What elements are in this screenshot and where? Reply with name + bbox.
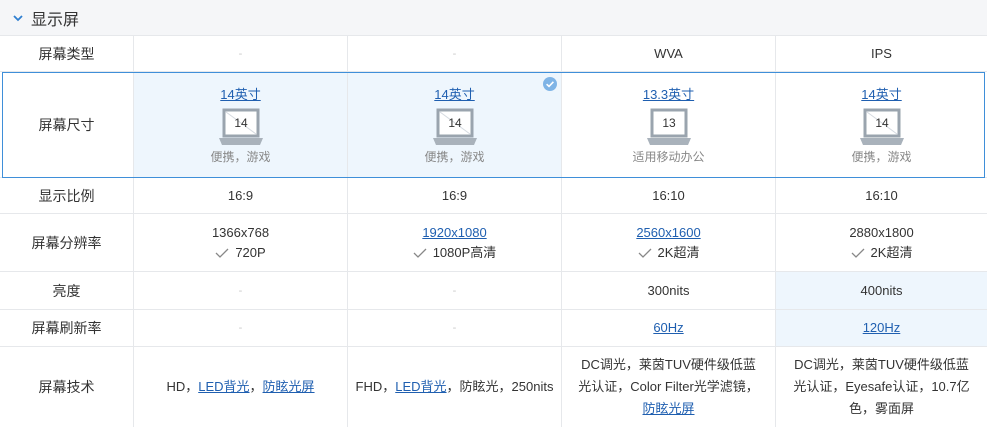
checkmark-icon [851, 248, 865, 258]
row-label: 屏幕刷新率 [0, 310, 134, 346]
laptop-icon: 14 [218, 108, 264, 148]
technology-text: DC调光，莱茵TUV硬件级低蓝光认证，Color Filter光学滤镜， [578, 357, 759, 394]
table-row-resolution: 屏幕分辨率 1366x768 720P 1920x1080 1080P高清 25… [0, 214, 987, 272]
aspect-ratio-value: 16:9 [348, 178, 562, 213]
checkmark-icon [215, 248, 229, 258]
brightness-value: - [134, 272, 348, 309]
screen-size-cell: 14英寸 14 便携，游戏 [348, 72, 562, 177]
technology-text: ，防眩光，250nits [446, 379, 554, 394]
anti-glare-link[interactable]: 防眩光屏 [642, 401, 694, 416]
led-backlight-link[interactable]: LED背光 [395, 379, 446, 394]
table-row-aspect-ratio: 显示比例 16:9 16:9 16:10 16:10 [0, 178, 987, 214]
refresh-rate-value: - [348, 310, 562, 346]
technology-cell: FHD，LED背光，防眩光，250nits [348, 347, 562, 427]
section-title: 显示屏 [31, 11, 80, 29]
refresh-rate-cell: 60Hz [562, 310, 776, 346]
aspect-ratio-value: 16:10 [865, 187, 898, 203]
laptop-icon: 14 [859, 108, 905, 148]
refresh-rate-cell: 120Hz [776, 310, 987, 346]
screen-size-note: 适用移动办公 [632, 149, 705, 164]
technology-text: DC调光，莱茵TUV硬件级低蓝光认证，Eyesafe认证，10.7亿色，雾面屏 [793, 357, 970, 416]
resolution-link[interactable]: 1920x1080 [422, 223, 486, 243]
aspect-ratio-value: 16:10 [562, 178, 776, 213]
technology-text: HD， [166, 379, 199, 394]
technology-text: FHD， [355, 379, 396, 394]
table-row-panel-type: 屏幕类型 - - WVA IPS [0, 36, 987, 72]
brightness-value: - [348, 272, 562, 309]
row-label: 屏幕分辨率 [0, 214, 134, 271]
section-header[interactable]: 显示屏 [0, 0, 987, 36]
resolution-tag: 2K超清 [638, 243, 699, 263]
laptop-icon: 14 [432, 108, 478, 148]
laptop-icon: 13 [646, 108, 692, 148]
screen-size-number: 14 [448, 116, 462, 130]
row-label: 屏幕类型 [0, 36, 134, 71]
table-row-technology: 屏幕技术 HD，LED背光，防眩光屏 FHD，LED背光，防眩光，250nits… [0, 347, 987, 427]
resolution-value: 2880x1800 [849, 224, 914, 240]
screen-size-link[interactable]: 14英寸 [861, 85, 901, 105]
checkmark-icon [638, 248, 652, 258]
technology-text: ， [249, 379, 263, 394]
screen-size-cell: 13.3英寸 13 适用移动办公 [562, 72, 776, 177]
table-row-brightness: 亮度 - - 300nits 400nits [0, 272, 987, 310]
screen-size-note: 便携，游戏 [210, 149, 271, 164]
row-label: 屏幕技术 [0, 347, 134, 427]
refresh-rate-link[interactable]: 120Hz [863, 318, 901, 338]
resolution-cell: 1366x768 720P [134, 214, 348, 271]
technology-cell: HD，LED背光，防眩光屏 [134, 347, 348, 427]
table-row-screen-size: 屏幕尺寸 14英寸 14 便携，游戏 14英寸 14 便携，游戏 13.3英寸 … [0, 72, 987, 178]
resolution-tag: 1080P高清 [413, 243, 496, 263]
checkmark-icon [413, 248, 427, 258]
screen-size-cell: 14英寸 14 便携，游戏 [134, 72, 348, 177]
led-backlight-link[interactable]: LED背光 [198, 379, 249, 394]
panel-type-value: - [348, 36, 562, 71]
chevron-down-icon[interactable] [13, 13, 23, 23]
screen-size-cell: 14英寸 14 便携，游戏 [776, 72, 987, 177]
selected-check-icon [543, 77, 557, 91]
screen-size-number: 14 [234, 116, 248, 130]
resolution-tag: 2K超清 [851, 243, 912, 263]
row-label: 显示比例 [0, 178, 134, 213]
screen-size-link[interactable]: 14英寸 [434, 85, 474, 105]
resolution-link[interactable]: 2560x1600 [636, 223, 700, 243]
table-row-refresh-rate: 屏幕刷新率 - - 60Hz 120Hz [0, 310, 987, 347]
technology-cell: DC调光，莱茵TUV硬件级低蓝光认证，Eyesafe认证，10.7亿色，雾面屏 [776, 347, 987, 427]
screen-size-link[interactable]: 14英寸 [220, 85, 260, 105]
resolution-cell: 1920x1080 1080P高清 [348, 214, 562, 271]
aspect-ratio-value: 16:9 [134, 178, 348, 213]
resolution-cell: 2880x1800 2K超清 [776, 214, 987, 271]
resolution-cell: 2560x1600 2K超清 [562, 214, 776, 271]
screen-size-note: 便携，游戏 [424, 149, 485, 164]
row-label: 屏幕尺寸 [0, 72, 134, 177]
screen-size-number: 14 [875, 116, 889, 130]
resolution-tag: 720P [215, 243, 266, 263]
technology-cell: DC调光，莱茵TUV硬件级低蓝光认证，Color Filter光学滤镜， 防眩光屏 [562, 347, 776, 427]
screen-size-link[interactable]: 13.3英寸 [643, 85, 694, 105]
anti-glare-link[interactable]: 防眩光屏 [263, 379, 315, 394]
screen-size-note: 便携，游戏 [851, 149, 912, 164]
resolution-value: 1366x768 [211, 224, 270, 240]
screen-size-number: 13 [662, 116, 676, 130]
brightness-value: 300nits [562, 272, 776, 309]
row-label: 亮度 [0, 272, 134, 309]
refresh-rate-value: - [134, 310, 348, 346]
panel-type-value: IPS [871, 45, 892, 61]
brightness-value: 400nits [776, 272, 987, 309]
refresh-rate-link[interactable]: 60Hz [653, 318, 683, 338]
panel-type-value: - [134, 36, 348, 71]
panel-type-value: WVA [562, 36, 776, 71]
